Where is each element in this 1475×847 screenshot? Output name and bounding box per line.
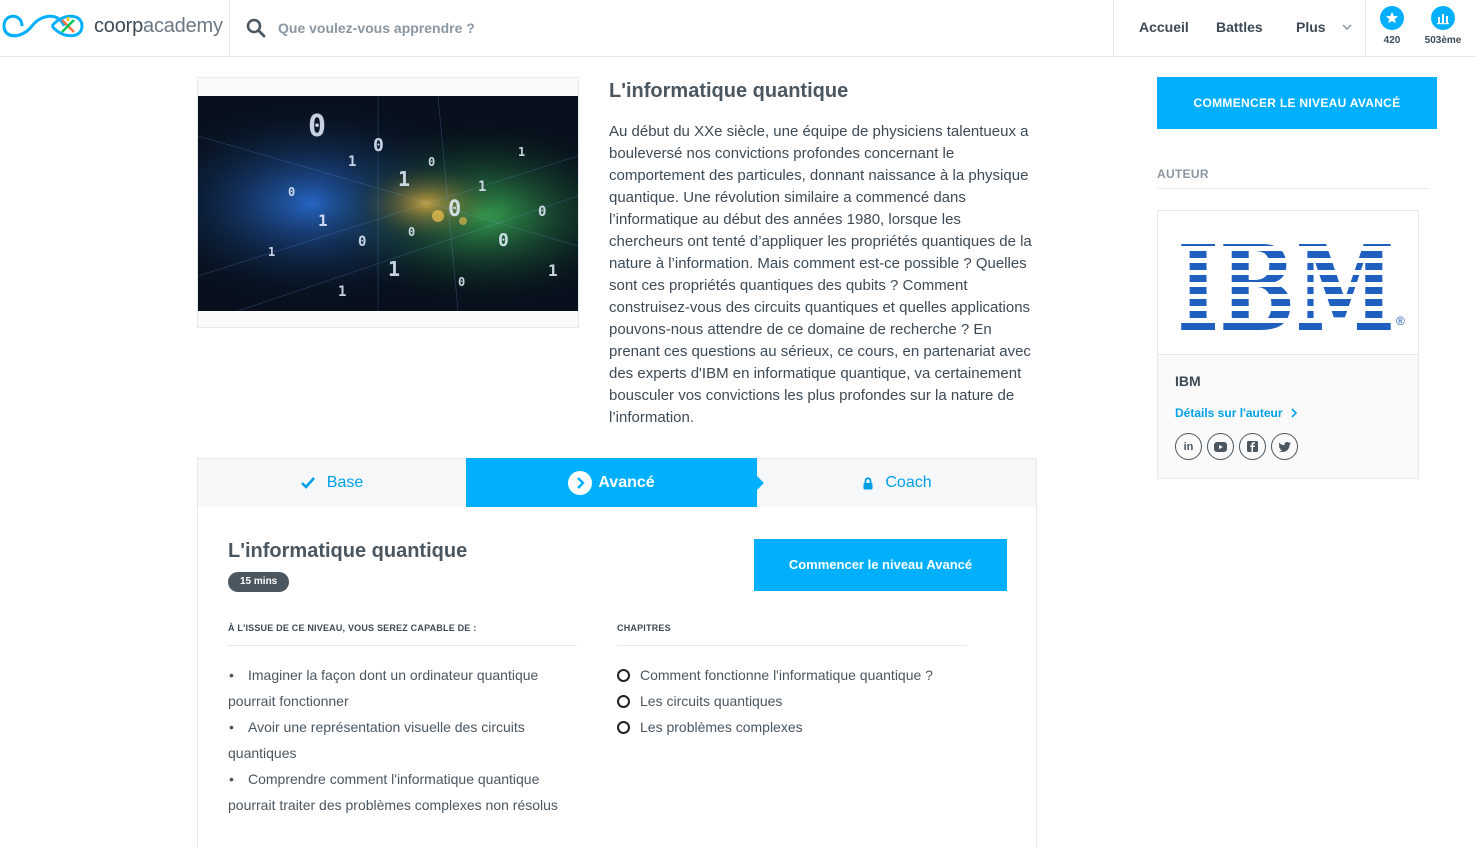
search-icon[interactable] [246,18,266,38]
search-input[interactable] [278,20,878,36]
objective-text: Imaginer la façon dont un ordinateur qua… [228,667,539,709]
ibm-logo-image: IBM ® [1177,219,1405,355]
svg-text:1: 1 [318,211,328,230]
author-card: IBM ® IBM Détails sur l'auteur in [1157,210,1419,479]
author-section-label: AUTEUR [1157,167,1209,181]
lock-icon [863,476,873,490]
nav-divider [1365,0,1366,56]
course-description: Au début du XXe siècle, une équipe de ph… [609,123,1032,426]
tab-advanced-label: Avancé [598,474,655,491]
list-item: • Avoir une représentation visuelle des c… [228,719,525,761]
search-bar [229,0,1114,56]
chapter-item[interactable]: Les circuits quantiques [617,688,933,714]
course-cover-image[interactable]: 0 1 0 1 0 1 0 0 1 0 0 1 1 0 1 0 1 0 1 [198,96,578,311]
course-title: L'informatique quantique [609,80,849,102]
nav-more-label: Plus [1296,19,1326,35]
start-level-button[interactable]: Commencer le niveau Avancé [754,539,1007,591]
course-image-card: 0 1 0 1 0 1 0 0 1 0 0 1 1 0 1 0 1 0 1 [197,77,579,328]
check-icon [300,477,315,489]
objectives-label: À L'ISSUE DE CE NIVEAU, VOUS SEREZ CAPAB… [228,623,477,633]
author-name: IBM [1175,373,1201,389]
author-details-link[interactable]: Détails sur l'auteur [1175,406,1297,420]
svg-text:1: 1 [398,167,410,191]
objective-text: Comprendre comment l'informatique quanti… [228,771,558,813]
svg-text:0: 0 [288,185,295,199]
author-social-links: in [1175,433,1303,460]
infinity-logo-icon [2,14,84,38]
chapter-item[interactable]: Les problèmes complexes [617,714,933,740]
chapter-status-icon [617,720,630,734]
nav-home[interactable]: Accueil [1139,19,1189,35]
coorpacademy-logo[interactable]: coorpacademy [0,5,230,47]
rank-value: 503ème [1424,35,1462,46]
svg-text:0: 0 [538,204,546,220]
chapter-status-icon [617,694,630,708]
chevron-circle-icon [568,471,593,495]
tab-advanced[interactable]: Avancé [466,458,764,508]
objective-text: Avoir une représentation visuelle des ci… [228,719,525,761]
level-panel: L'informatique quantique 15 mins Commenc… [197,507,1037,847]
chapter-item[interactable]: Comment fonctionne l'informatique quanti… [617,662,933,688]
objectives-list: • Imaginer la façon dont un ordinateur qu… [228,662,573,818]
linkedin-icon[interactable]: in [1175,433,1202,460]
chapter-title: Comment fonctionne l'informatique quanti… [640,667,933,683]
svg-text:0: 0 [498,230,509,251]
svg-text:®: ® [1396,314,1405,328]
chapters-label: CHAPITRES [617,623,671,633]
chevron-down-icon [1342,24,1352,30]
chapters-list: Comment fonctionne l'informatique quanti… [617,662,933,740]
chapter-title: Les circuits quantiques [640,693,783,709]
twitter-icon[interactable] [1271,433,1298,460]
svg-text:0: 0 [408,225,415,239]
svg-text:0: 0 [373,135,384,156]
leaderboard-icon [1431,6,1455,30]
tab-coach-label: Coach [885,474,932,491]
svg-text:1: 1 [348,154,356,170]
svg-text:1: 1 [518,145,525,159]
tab-coach[interactable]: Coach [757,459,1038,507]
svg-text:0: 0 [448,197,461,222]
list-item: • Imaginer la façon dont un ordinateur qu… [228,667,539,709]
tab-base-label: Base [326,474,364,491]
level-title: L'informatique quantique [228,540,468,562]
chapters-divider [617,645,967,646]
svg-text:0: 0 [358,234,366,250]
svg-text:1: 1 [548,261,558,280]
nav-battles[interactable]: Battles [1216,19,1263,35]
youtube-icon[interactable] [1207,433,1234,460]
svg-text:0: 0 [308,109,326,144]
objectives-divider [228,645,577,646]
chevron-right-icon [1290,408,1297,418]
chapter-status-icon [617,668,630,682]
logo-wordmark: coorpacademy [94,14,223,37]
stars-counter[interactable]: 420 [1367,6,1417,46]
facebook-icon[interactable] [1239,433,1266,460]
star-icon [1380,6,1404,30]
svg-text:1: 1 [338,284,346,300]
rank-counter[interactable]: 503ème [1418,6,1468,46]
start-advanced-level-button[interactable]: COMMENCER LE NIVEAU AVANCÉ [1157,77,1437,129]
svg-text:IBM: IBM [1177,219,1395,355]
chapter-title: Les problèmes complexes [640,719,803,735]
author-details-label: Détails sur l'auteur [1175,406,1283,420]
ibm-logo[interactable]: IBM ® [1158,211,1418,355]
list-item: • Comprendre comment l'informatique quant… [228,771,558,813]
stars-value: 420 [1383,35,1401,46]
duration-badge: 15 mins [228,572,290,592]
tab-base[interactable]: Base [198,459,466,507]
svg-text:0: 0 [458,275,465,289]
level-tabs: Base Avancé Coach [197,458,1037,508]
top-bar: coorpacademy Accueil Battles Plus 420 50… [0,0,1475,57]
svg-text:1: 1 [388,257,400,281]
nav-more[interactable]: Plus [1296,19,1352,35]
author-divider [1157,188,1429,189]
svg-text:0: 0 [428,155,435,169]
